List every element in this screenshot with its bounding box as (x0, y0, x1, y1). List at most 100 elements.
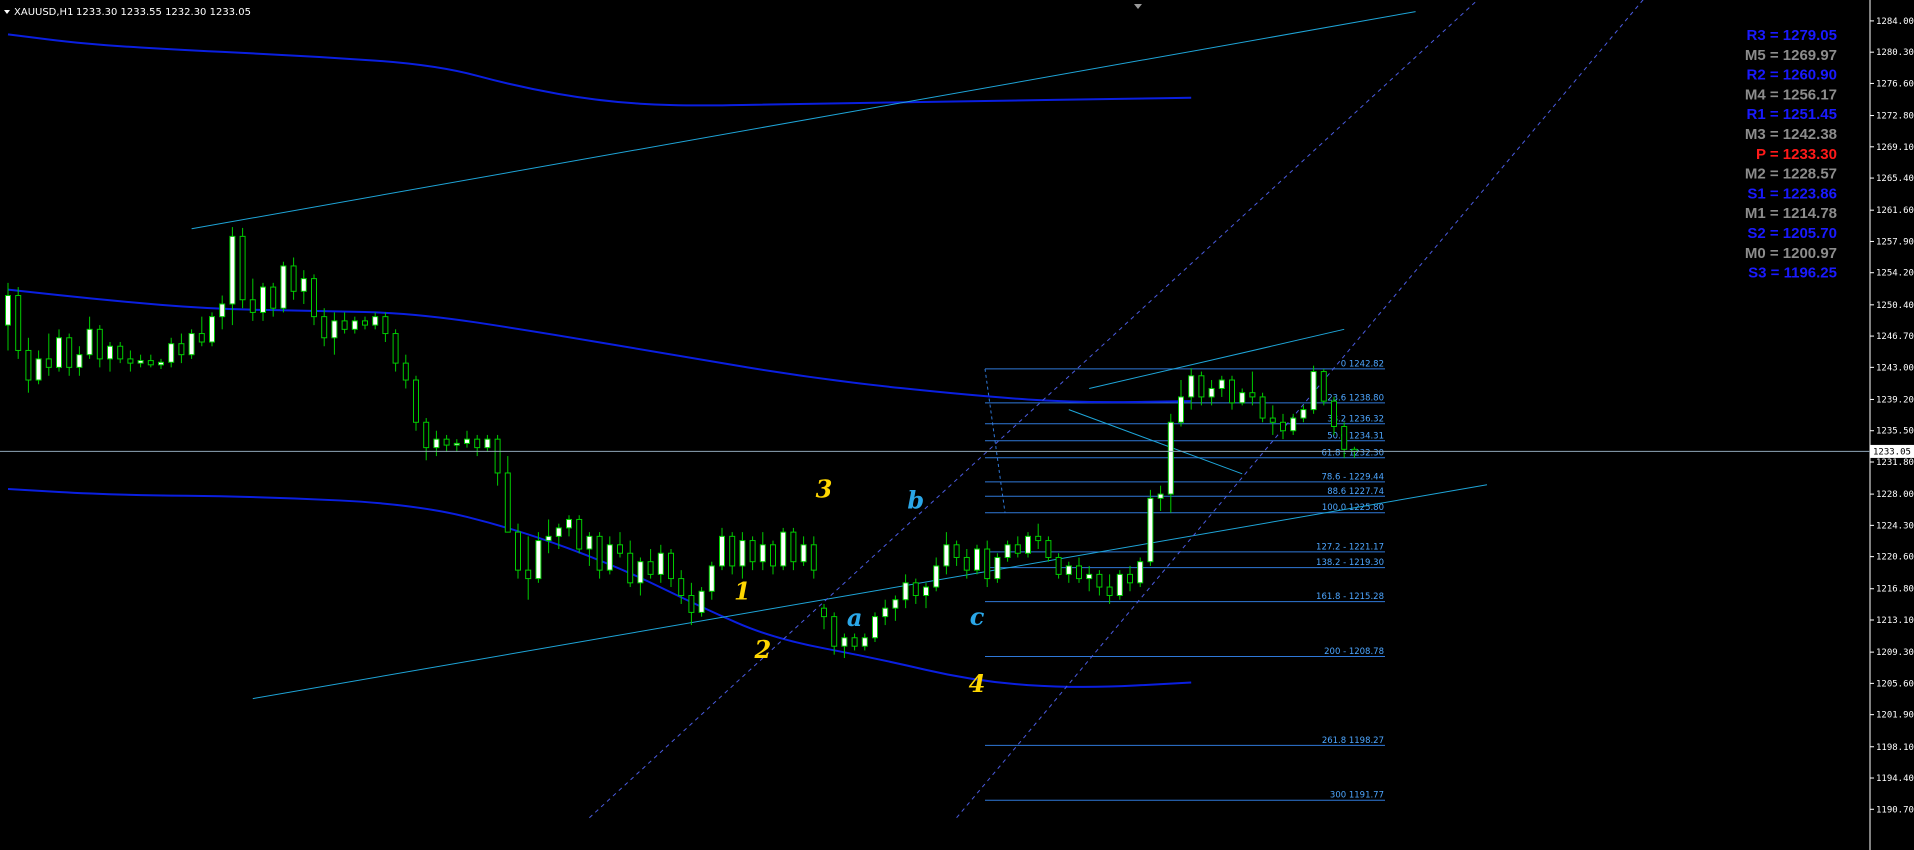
bull-candle (1004, 544, 1011, 558)
y-tick-label: 1224.30 (1876, 521, 1914, 531)
bear-candle (270, 286, 277, 309)
moving-average-line (7, 488, 1192, 688)
dropdown-arrow-icon[interactable] (4, 10, 10, 14)
bear-candle (810, 544, 817, 571)
bull-candle (841, 637, 848, 647)
bull-candle (555, 527, 562, 537)
y-tick-label: 1201.90 (1876, 711, 1914, 721)
bull-candle (1239, 392, 1246, 404)
bull-candle (1137, 561, 1144, 584)
bull-candle (892, 599, 899, 609)
y-tick-label: 1235.50 (1876, 427, 1914, 437)
bull-candle (1178, 396, 1184, 423)
bull-candle (464, 438, 470, 444)
y-tick-label: 1239.20 (1876, 395, 1914, 405)
bear-candle (402, 362, 409, 381)
bull-candle (1208, 387, 1215, 398)
bear-candle (290, 265, 297, 292)
bull-candle (535, 540, 542, 580)
bull-candle (719, 535, 725, 567)
bull-candle (484, 438, 491, 449)
bull-candle (739, 540, 746, 567)
bull-candle (994, 556, 1001, 580)
bear-candle (249, 299, 256, 313)
trend-line (1089, 328, 1345, 389)
pivot-levels-panel: R3 = 1279.05 M5 = 1269.97 R2 = 1260.90 M4 =… (1745, 27, 1837, 282)
y-tick-label: 1272.80 (1876, 112, 1914, 122)
y-tick-label: 1254.20 (1876, 269, 1914, 279)
bear-candle (668, 552, 674, 580)
bull-candle (566, 518, 572, 529)
bull-candle (800, 544, 807, 563)
current-price-label: 1233.05 (1873, 447, 1911, 457)
y-tick-label: 1265.40 (1876, 174, 1914, 184)
bear-candle (1229, 379, 1235, 404)
bear-candle (1035, 535, 1042, 542)
bear-candle (596, 535, 603, 571)
bear-candle (525, 569, 532, 580)
bull-candle (1290, 417, 1297, 432)
bear-candle (15, 295, 22, 351)
bear-candle (647, 561, 654, 575)
fib-level-label: 200 - 1208.78 (1324, 647, 1384, 657)
bull-candle (158, 361, 164, 366)
pivot-level-label: R1 = 1251.45 (1747, 106, 1838, 123)
bear-candle (127, 358, 134, 364)
y-tick-label: 1276.60 (1876, 79, 1914, 89)
bear-candle (413, 379, 419, 423)
y-tick-label: 1190.70 (1876, 805, 1914, 815)
fib-level-label: 50.0 1234.31 (1327, 431, 1384, 441)
bull-candle (708, 565, 715, 592)
fib-level-label: 88.6 1227.74 (1327, 487, 1384, 497)
bull-candle (1147, 497, 1154, 563)
bear-candle (1320, 371, 1327, 402)
chart-header: XAUUSD,H1 1233.30 1233.55 1232.30 1233.0… (4, 4, 1142, 18)
wave-label: 3 (816, 474, 833, 503)
bear-candle (770, 544, 776, 567)
bear-candle (688, 595, 695, 613)
bear-candle (821, 607, 827, 618)
bull-candle (86, 328, 93, 356)
bear-candle (147, 360, 154, 366)
chart-window[interactable]: 1284.00 1280.30 1276.60 1272.80 1269.10 1265.… (0, 0, 1914, 850)
bear-candle (831, 616, 838, 647)
bull-candle (1157, 493, 1164, 499)
y-tick-label: 1250.40 (1876, 301, 1914, 311)
bull-candle (1025, 535, 1031, 554)
pivot-level-label: M0 = 1200.97 (1745, 245, 1837, 262)
bull-candle (372, 316, 379, 326)
y-tick-label: 1246.70 (1876, 332, 1914, 342)
bear-candle (25, 349, 32, 381)
bull-candle (974, 548, 980, 571)
chart-shift-marker-icon[interactable] (1134, 4, 1142, 9)
pivot-level-label: R3 = 1279.05 (1747, 27, 1838, 44)
bull-candle (943, 544, 950, 567)
bull-candle (433, 438, 440, 449)
y-tick-label: 1205.60 (1876, 679, 1914, 689)
bear-candle (1331, 400, 1337, 427)
wave-labels: 12 3 4 a b c (734, 474, 985, 697)
bull-candle (1086, 573, 1093, 580)
bull-candle (168, 343, 175, 363)
y-tick-label: 1220.60 (1876, 553, 1914, 563)
bull-candle (137, 360, 144, 364)
pivot-level-label: S1 = 1223.86 (1747, 185, 1837, 202)
y-tick-label: 1194.40 (1876, 774, 1914, 784)
y-tick-label: 1213.10 (1876, 616, 1914, 626)
fib-level-label: 127.2 - 1221.17 (1316, 542, 1384, 552)
bear-candle (66, 337, 73, 368)
bear-candle (617, 544, 623, 554)
bull-candle (76, 354, 83, 368)
bear-candle (984, 548, 991, 580)
bear-candle (1259, 396, 1266, 419)
wave-label: b (907, 485, 924, 514)
bull-candle (1310, 371, 1317, 411)
fib-level-label: 261.8 1198.27 (1322, 736, 1384, 746)
price-chart[interactable]: 1284.00 1280.30 1276.60 1272.80 1269.10 1265.… (0, 0, 1914, 850)
bear-candle (576, 518, 583, 550)
bear-candle (311, 278, 317, 318)
bull-candle (1300, 409, 1307, 419)
bear-candle (1127, 573, 1133, 584)
bull-candle (229, 235, 236, 305)
bull-candle (586, 535, 593, 550)
